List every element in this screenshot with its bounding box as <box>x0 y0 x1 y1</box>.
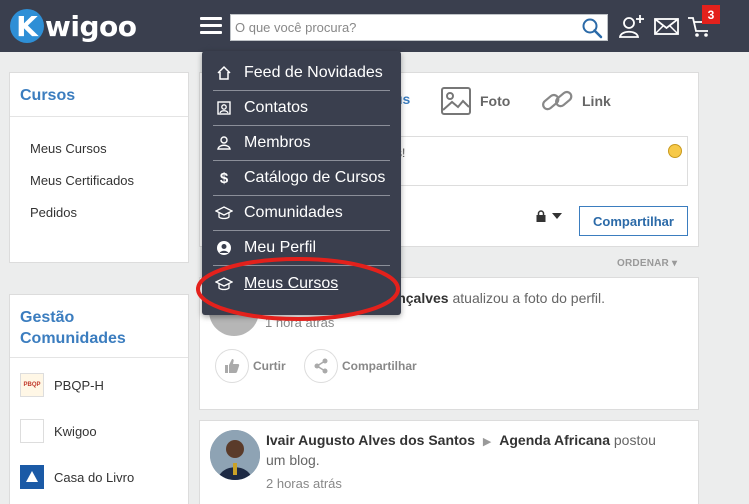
search-bar <box>230 14 608 41</box>
link-icon <box>542 90 573 111</box>
gestao-title-line2: Comunidades <box>20 330 126 347</box>
menu-item-label: Catálogo de Cursos <box>244 169 386 186</box>
tab-link-label: Link <box>582 93 611 109</box>
sort-label: ORDENAR <box>617 258 669 269</box>
post-timestamp[interactable]: 2 horas atrás <box>266 476 342 491</box>
cart-count-badge: 3 <box>702 5 720 24</box>
gestao-title-line1: Gestão <box>20 309 75 326</box>
emoji-icon[interactable] <box>668 144 682 158</box>
post-target-community[interactable]: Agenda Africana <box>499 432 610 448</box>
compartilhar-button[interactable]: Compartilhar <box>579 206 688 236</box>
tab-link[interactable]: Link <box>540 85 611 117</box>
menu-item-label: Membros <box>244 134 311 151</box>
link-pedidos[interactable]: Pedidos <box>30 205 77 220</box>
photo-icon <box>441 87 471 115</box>
menu-item-contatos[interactable]: Contatos <box>213 91 390 126</box>
community-name: Casa do Livro <box>54 469 135 485</box>
graduation-cap-icon <box>215 204 233 222</box>
top-navigation-bar: K wigoo 3 <box>0 0 749 52</box>
dollar-icon: $ <box>219 169 229 187</box>
community-name: Kwigoo <box>54 423 97 439</box>
menu-item-membros[interactable]: Membros <box>213 126 390 161</box>
members-icon <box>215 134 233 152</box>
caret-down-icon: ▾ <box>671 258 678 269</box>
avatar[interactable] <box>210 430 260 480</box>
highlight-circle-annotation <box>196 257 400 321</box>
link-meus-certificados[interactable]: Meus Certificados <box>30 173 134 188</box>
logo-wordmark: wigoo <box>45 9 137 43</box>
logo-mark: K <box>10 9 44 43</box>
menu-item-label: Comunidades <box>244 204 343 221</box>
post-author[interactable]: Ivair Augusto Alves dos Santos <box>266 432 475 448</box>
kwigoo-logo[interactable]: K wigoo <box>10 8 137 44</box>
arrow-right-icon: ▶ <box>482 436 492 448</box>
menu-item-feed-de-novidades[interactable]: Feed de Novidades <box>213 56 390 91</box>
kwigoo-thumb-icon <box>20 419 44 443</box>
post-action-text: atualizou a foto do perfil. <box>448 290 606 306</box>
gestao-comunidades-title: Gestão Comunidades <box>10 295 188 358</box>
menu-item-comunidades[interactable]: Comunidades <box>213 196 390 231</box>
hamburger-menu-icon[interactable] <box>200 17 222 35</box>
thumbs-up-icon <box>215 349 249 383</box>
community-item-kwigoo[interactable]: Kwigoo <box>20 419 97 443</box>
contacts-icon <box>215 99 233 117</box>
share-label: Compartilhar <box>342 359 417 373</box>
post-action-text: postou <box>610 432 656 448</box>
lock-icon <box>536 210 546 222</box>
add-user-icon[interactable] <box>618 12 646 40</box>
menu-item-label: Feed de Novidades <box>244 64 383 81</box>
community-name: PBQP-H <box>54 377 104 393</box>
cursos-title: Cursos <box>10 73 188 117</box>
search-input[interactable] <box>231 15 571 40</box>
pbqp-logo-icon: PBQP <box>20 373 44 397</box>
post-header: Ivair Augusto Alves dos Santos ▶ Agenda … <box>266 432 656 448</box>
home-icon <box>215 64 233 82</box>
search-icon[interactable] <box>581 17 603 39</box>
tab-foto-label: Foto <box>480 93 511 109</box>
like-button[interactable]: Curtir <box>215 349 286 383</box>
cursos-panel: Cursos <box>9 72 189 263</box>
post-action-text-cont: um blog. <box>266 452 320 468</box>
envelope-icon[interactable] <box>653 12 681 40</box>
share-icon <box>304 349 338 383</box>
chevron-down-icon <box>552 213 562 219</box>
like-label: Curtir <box>253 359 286 373</box>
menu-item-label: Contatos <box>244 99 309 116</box>
link-meus-cursos[interactable]: Meus Cursos <box>30 141 107 156</box>
community-item-pbqp-h[interactable]: PBQP PBQP-H <box>20 373 104 397</box>
menu-item-catalogo-de-cursos[interactable]: $ Catálogo de Cursos <box>213 161 390 196</box>
community-item-casa-do-livro[interactable]: Casa do Livro <box>20 465 134 489</box>
post-header: i Gonçalves atualizou a foto do perfil. <box>370 290 605 306</box>
status-textarea[interactable] <box>360 136 688 186</box>
share-post-button[interactable]: Compartilhar <box>304 349 417 383</box>
tab-foto[interactable]: Foto <box>440 85 510 117</box>
sort-dropdown[interactable]: ORDENAR ▾ <box>617 258 677 269</box>
privacy-selector[interactable] <box>535 210 562 222</box>
casa-do-livro-logo-icon <box>20 465 44 489</box>
